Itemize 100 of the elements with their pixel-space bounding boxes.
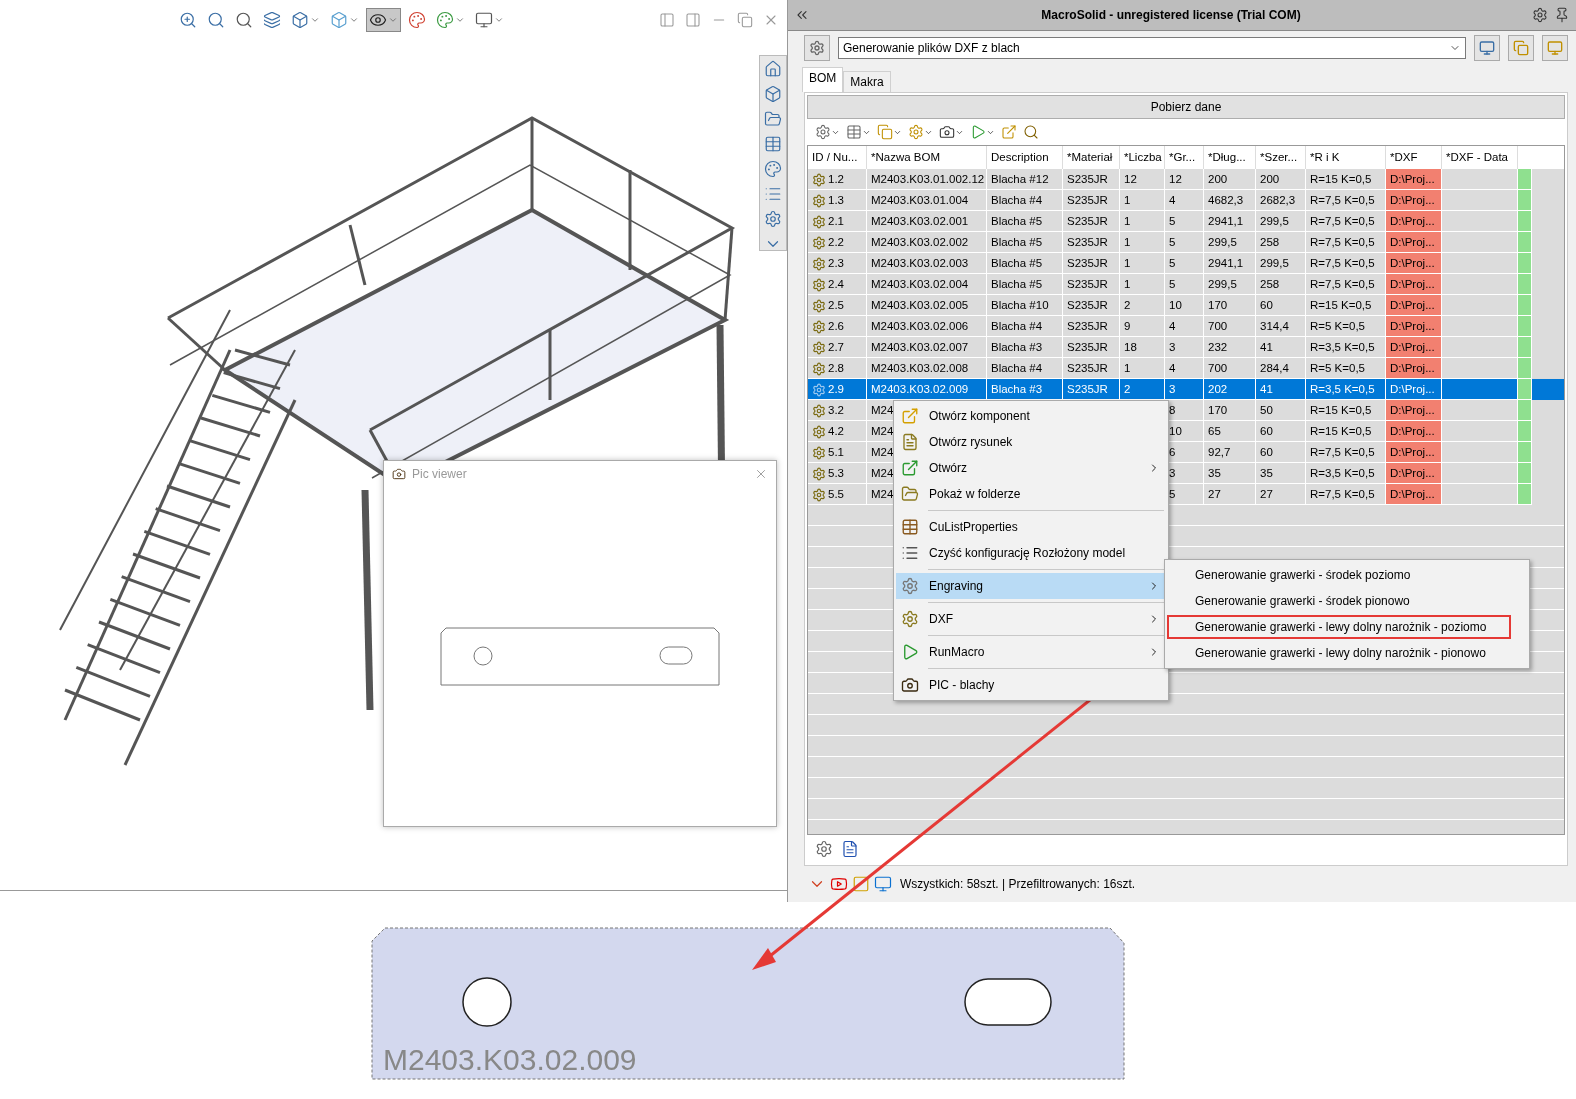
pin-icon[interactable]	[1554, 7, 1570, 23]
table-row[interactable]: 2.1 M2403.K03.02.001 Blacha #5 S235JR 1 5 2941,1 299,5 R=7,5 K=0,5 D:\Proj...	[808, 211, 1564, 232]
table-icon[interactable]	[846, 124, 862, 140]
settings-button[interactable]	[804, 35, 830, 61]
status-indicator	[1518, 400, 1532, 421]
window-title: Pic viewer	[412, 467, 468, 481]
engraving-text: M2403.K03.02.009	[383, 1043, 637, 1076]
play-icon[interactable]	[970, 124, 986, 140]
table-cell: D:\Proj...	[1386, 211, 1442, 232]
menu-item[interactable]: Engraving	[896, 566, 1166, 599]
status-indicator	[1518, 484, 1532, 505]
table-cell-text: 1.3	[828, 194, 844, 208]
table-row[interactable]: 2.9 M2403.K03.02.009 Blacha #3 S235JR 2 3 202 41 R=3,5 K=0,5 D:\Proj...	[808, 379, 1564, 400]
zoom-icon	[179, 11, 197, 29]
fetch-data-button[interactable]: Pobierz dane	[807, 95, 1565, 119]
status-indicator	[1518, 463, 1532, 484]
menu-item[interactable]: Generowanie grawerki - lewy dolny narożnik - pionowo	[1167, 641, 1511, 665]
window-title: MacroSolid - unregistered license (Trial COM)	[1040, 8, 1302, 22]
magnifier-icon	[235, 11, 253, 29]
table-row[interactable]: 2.4 M2403.K03.02.004 Blacha #5 S235JR 1 5 299,5 258 R=7,5 K=0,5 D:\Proj...	[808, 274, 1564, 295]
table-cell: D:\Proj...	[1386, 358, 1442, 379]
table-cell-text: 5.1	[828, 446, 844, 460]
arrow-icon	[901, 407, 919, 425]
view-tool[interactable]	[366, 8, 401, 32]
restore-icon[interactable]	[737, 12, 753, 28]
macro-select[interactable]: Generowanie plików DXF z blach	[838, 37, 1466, 59]
table-cell: D:\Proj...	[1386, 190, 1442, 211]
table-row[interactable]: 2.5 M2403.K03.02.005 Blacha #10 S235JR 2 10 170 60 R=15 K=0,5 D:\Proj...	[808, 295, 1564, 316]
search-icon[interactable]	[1023, 124, 1039, 140]
table-cell-text: 2.1	[828, 215, 844, 229]
home-icon[interactable]	[764, 60, 782, 78]
folder-icon[interactable]	[764, 110, 782, 128]
export-icon[interactable]	[1001, 124, 1017, 140]
run-button[interactable]	[1474, 35, 1500, 61]
table-cell: D:\Proj...	[1386, 337, 1442, 358]
status-indicator	[1518, 232, 1532, 253]
status-indicator	[1518, 190, 1532, 211]
palette-icon	[436, 11, 454, 29]
table-cell-text: 2.4	[828, 278, 844, 292]
status-indicator	[1518, 316, 1532, 337]
cube-icon	[330, 11, 348, 29]
caret-icon	[494, 15, 504, 25]
status-indicator	[1518, 379, 1532, 400]
video-icon[interactable]	[830, 875, 848, 893]
gear-icon[interactable]	[908, 124, 924, 140]
menu-item[interactable]: Generowanie grawerki - środek pionowo	[1167, 589, 1511, 613]
camera-icon[interactable]	[392, 467, 406, 481]
table-cell: D:\Proj...	[1386, 442, 1442, 463]
table-cell-text: 2.8	[828, 362, 844, 376]
table-row[interactable]: 2.6 M2403.K03.02.006 Blacha #4 S235JR 9 4 700 314,4 R=5 K=0,5 D:\Proj...	[808, 316, 1564, 337]
close-icon[interactable]	[754, 467, 768, 481]
gear-icon[interactable]	[815, 840, 833, 858]
copy-icon[interactable]	[877, 124, 893, 140]
status-indicator	[1518, 274, 1532, 295]
table-cell-text: 2.2	[828, 236, 844, 250]
table-cell-text: 5.3	[828, 467, 844, 481]
table-cell: D:\Proj...	[1386, 295, 1442, 316]
table-row[interactable]: 2.7 M2403.K03.02.007 Blacha #3 S235JR 18 3 232 41 R=3,5 K=0,5 D:\Proj...	[808, 337, 1564, 358]
document-icon[interactable]	[841, 840, 859, 858]
table-cell: D:\Proj...	[1386, 274, 1442, 295]
table-row[interactable]: 2.2 M2403.K03.02.002 Blacha #5 S235JR 1 5 299,5 258 R=7,5 K=0,5 D:\Proj...	[808, 232, 1564, 253]
table-row[interactable]: 2.8 M2403.K03.02.008 Blacha #4 S235JR 1 4 700 284,4 R=5 K=0,5 D:\Proj...	[808, 358, 1564, 379]
caret-icon	[455, 15, 465, 25]
table-cell: D:\Proj...	[1386, 169, 1442, 190]
monitor-icon	[1479, 40, 1495, 56]
layers-icon	[263, 11, 281, 29]
tab[interactable]: BOM	[802, 67, 844, 92]
table-cell-text: 2.6	[828, 320, 844, 334]
gear-icon	[901, 610, 919, 628]
status-indicator	[1518, 358, 1532, 379]
tab[interactable]: Makra	[843, 71, 891, 92]
table-cell-text: 4.2	[828, 425, 844, 439]
status-indicator	[1518, 442, 1532, 463]
table-row[interactable]: 2.3 M2403.K03.02.003 Blacha #5 S235JR 1 5 2941,1 299,5 R=7,5 K=0,5 D:\Proj...	[808, 253, 1564, 274]
table-icon[interactable]	[764, 135, 782, 153]
table-cell: D:\Proj...	[1386, 400, 1442, 421]
square-icon[interactable]	[852, 875, 870, 893]
settings-icon[interactable]	[1532, 7, 1548, 23]
export-button[interactable]	[1542, 35, 1568, 61]
list-icon[interactable]	[764, 185, 782, 203]
table-row[interactable]: 1.2 M2403.K03.01.002.12 Blacha #12 S235JR 12 12 200 200 R=15 K=0,5 D:\Proj...	[808, 169, 1564, 190]
cube-icon[interactable]	[764, 85, 782, 103]
status-indicator	[1518, 253, 1532, 274]
table-row[interactable]: 1.3 M2403.K03.01.004 Blacha #4 S235JR 1 4 4682,3 2682,3 R=7,5 K=0,5 D:\Proj...	[808, 190, 1564, 211]
caret-icon	[349, 15, 359, 25]
status-text: Wszystkich: 58szt. | Przefiltrowanych: 16szt.	[900, 877, 1136, 891]
menu-item[interactable]: Generowanie grawerki - lewy dolny narożnik - poziomo	[1167, 615, 1511, 639]
settings-icon[interactable]	[764, 210, 782, 228]
gear-icon[interactable]	[815, 124, 831, 140]
menu-item[interactable]: Generowanie grawerki - środek poziomo	[1167, 563, 1511, 587]
table-cell: D:\Proj...	[1386, 421, 1442, 442]
palette-icon[interactable]	[764, 160, 782, 178]
sync-button[interactable]	[1508, 35, 1534, 61]
camera-icon[interactable]	[939, 124, 955, 140]
settings-icon	[809, 40, 825, 56]
table-cell: D:\Proj...	[1386, 253, 1442, 274]
folder-icon	[901, 485, 919, 503]
table-icon	[901, 518, 919, 536]
table-cell: D:\Proj...	[1386, 484, 1442, 505]
table-cell-text: 2.9	[828, 383, 844, 397]
